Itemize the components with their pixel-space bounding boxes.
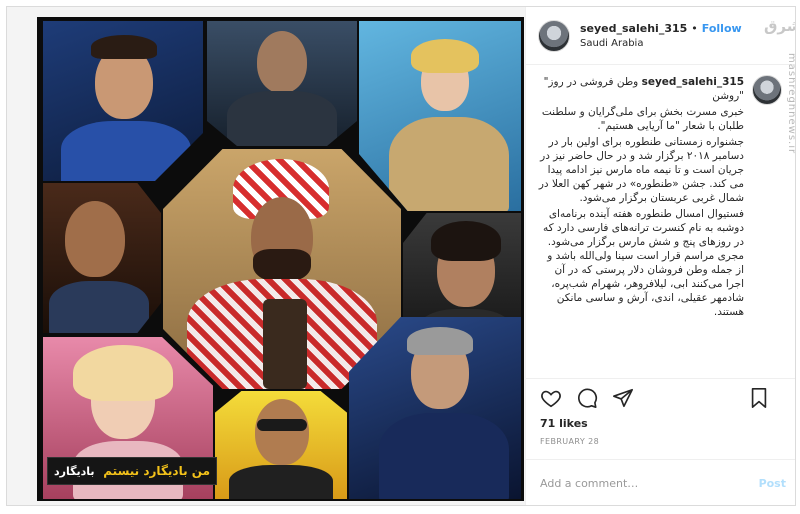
author-username[interactable]: seyed_salehi_315 [580, 21, 687, 36]
likes-count[interactable]: 71 likes [540, 417, 588, 430]
author-info: seyed_salehi_315 • Follow Saudi Arabia [580, 21, 742, 51]
save-button[interactable] [748, 387, 772, 411]
caption-text: seyed_salehi_315 وطن فروشی در روز" "روشن… [538, 75, 744, 321]
comment-icon [578, 388, 598, 408]
share-icon [613, 388, 633, 407]
heart-icon [541, 390, 561, 407]
comment-button[interactable] [576, 387, 600, 411]
follow-button[interactable]: Follow [702, 21, 742, 36]
photo-tile-center [163, 149, 401, 389]
post-side-panel: seyed_salehi_315 • Follow Saudi Arabia م… [525, 7, 795, 505]
watermark-logo: مشرق [764, 17, 795, 35]
post-header: seyed_salehi_315 • Follow Saudi Arabia م… [526, 7, 795, 65]
bookmark-icon [751, 388, 767, 408]
action-bar [526, 378, 795, 418]
post-date[interactable]: FEBRUARY 28 [540, 437, 599, 446]
avatar[interactable] [538, 19, 570, 52]
caption-username[interactable]: seyed_salehi_315 [642, 76, 744, 88]
photo-tile-top-right [359, 21, 521, 211]
instagram-post: بادیگارد من بادیگارد نیستم seyed_salehi_… [6, 6, 796, 506]
photo-tile-top-center [207, 21, 357, 146]
post-media: بادیگارد من بادیگارد نیستم [7, 7, 525, 505]
photo-tile-bottom-center [215, 391, 347, 499]
caption-paragraph: جشنواره زمستانی طنطوره برای اولین بار در… [538, 136, 744, 204]
caption-avatar[interactable] [752, 75, 782, 105]
separator-dot: • [691, 21, 698, 35]
share-button[interactable] [612, 387, 636, 411]
caption-paragraph: خبری مسرت بخش برای ملی‌گرایان و سلطنت طل… [541, 106, 744, 132]
caption-paragraph: فستیوال امسال طنطوره هفته آینده برنامه‌ا… [542, 208, 744, 318]
photo-tile-left-middle [43, 183, 161, 333]
collage-image[interactable]: بادیگارد من بادیگارد نیستم [37, 17, 524, 501]
banner-title: من بادیگارد نیستم [103, 464, 210, 478]
banner-logo: بادیگارد [54, 464, 95, 478]
caption-area: seyed_salehi_315 وطن فروشی در روز" "روشن… [526, 65, 795, 378]
post-comment-button[interactable]: Post [759, 477, 786, 490]
photo-tile-top-left [43, 21, 203, 181]
comment-box: Post [526, 459, 795, 505]
like-button[interactable] [540, 387, 564, 411]
location-link[interactable]: Saudi Arabia [580, 36, 742, 51]
comment-input[interactable] [540, 477, 759, 490]
movie-title-banner: بادیگارد من بادیگارد نیستم [47, 457, 217, 485]
